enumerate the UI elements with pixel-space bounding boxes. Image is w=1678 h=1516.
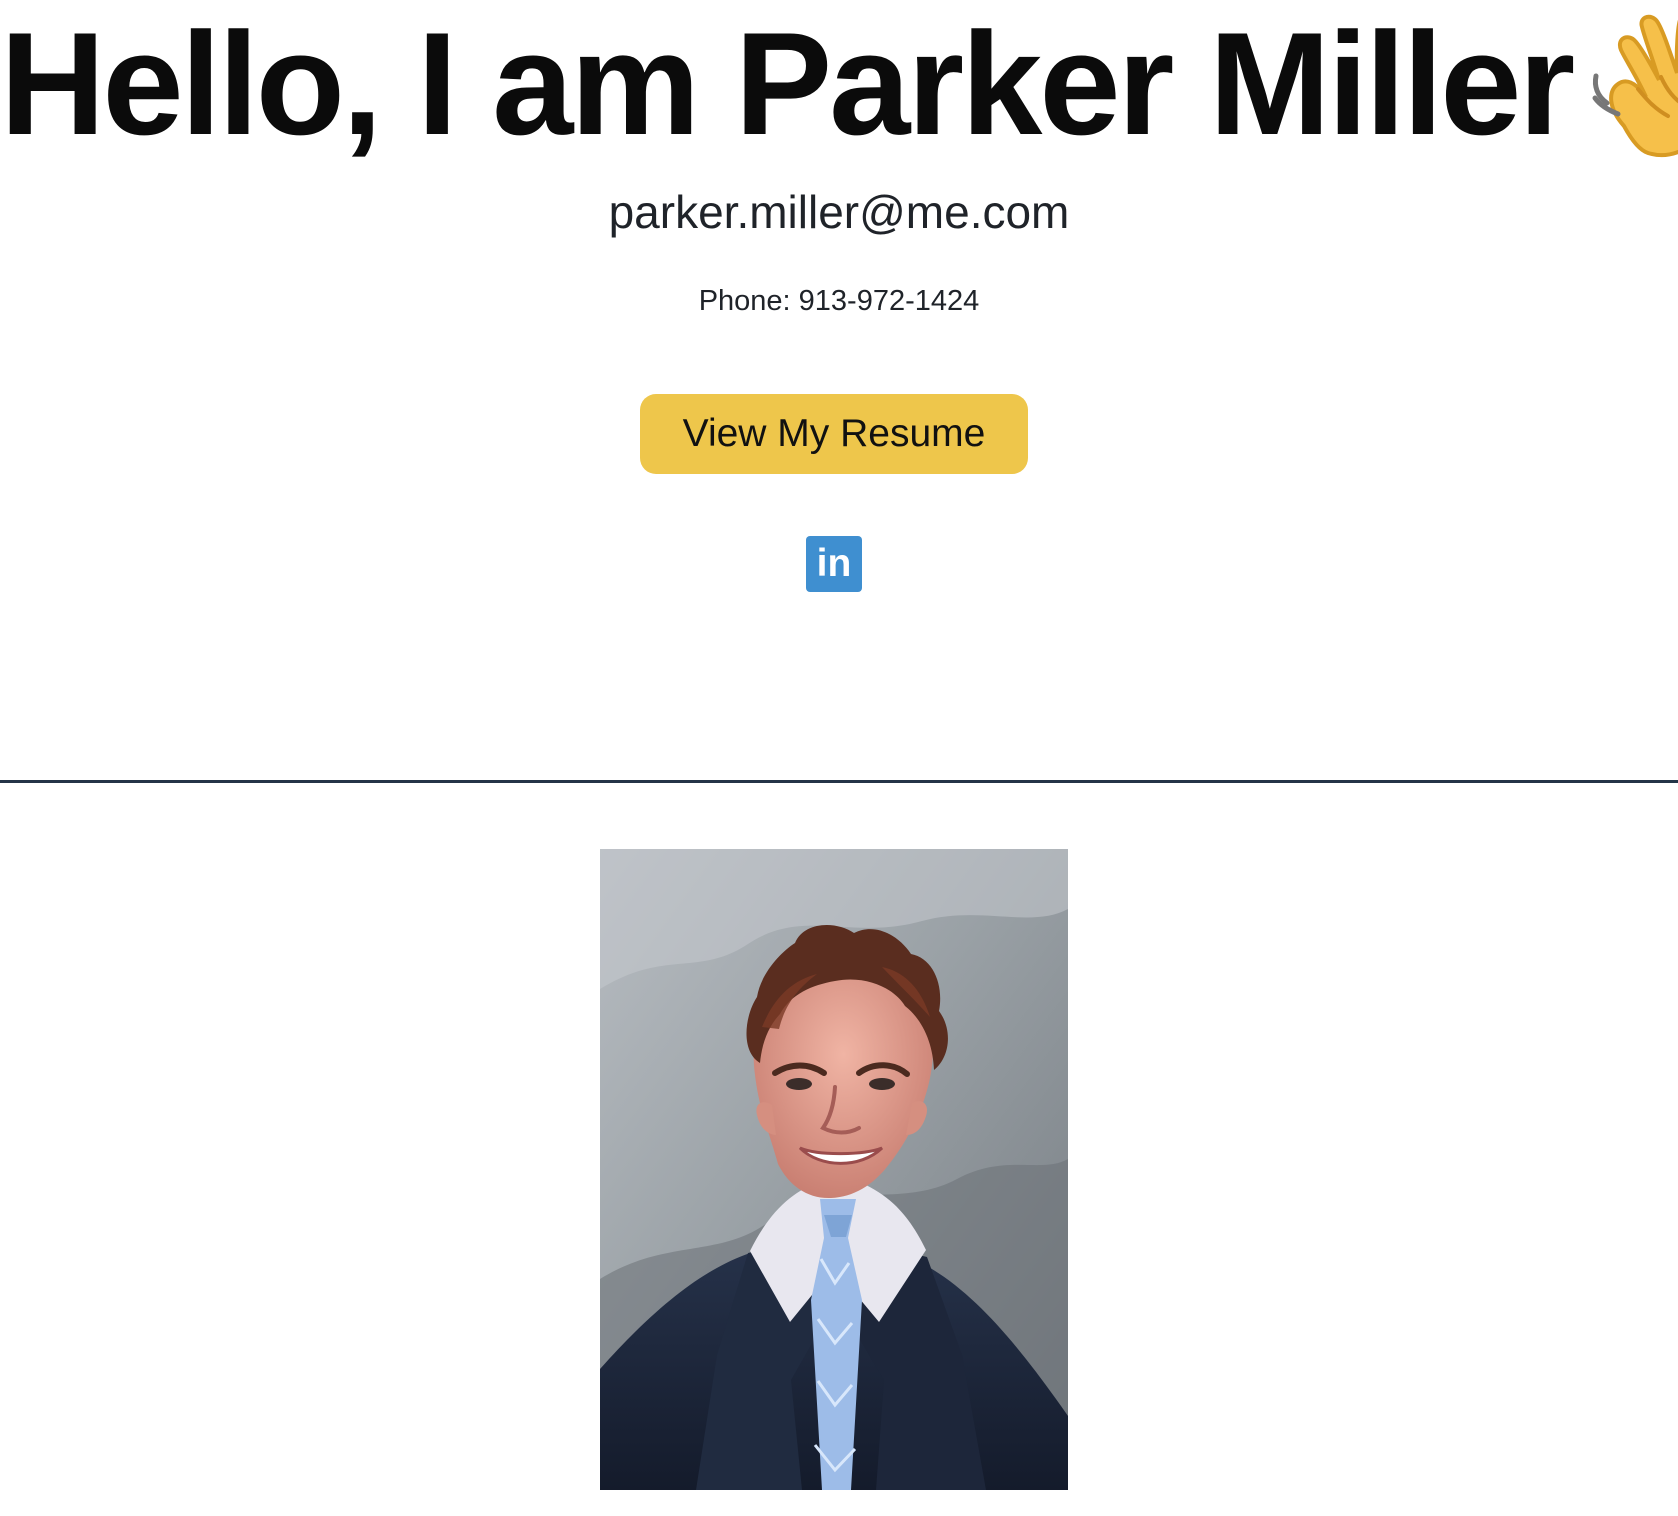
phone-number: Phone: 913-972-1424 — [698, 285, 980, 317]
view-resume-button[interactable]: View My Resume — [640, 394, 1028, 474]
hero-section: Hello, I am Parker Miller parker.miller@… — [0, 0, 1678, 780]
page-title: Hello, I am Parker Miller — [0, 4, 1678, 164]
section-divider — [0, 780, 1678, 783]
portrait-photo — [600, 849, 1068, 1490]
linkedin-icon[interactable]: in — [806, 536, 862, 592]
waving-hand-icon — [1590, 14, 1678, 159]
email-address: parker.miller@me.com — [608, 186, 1070, 238]
title-text: Hello, I am Parker Miller — [0, 2, 1575, 165]
